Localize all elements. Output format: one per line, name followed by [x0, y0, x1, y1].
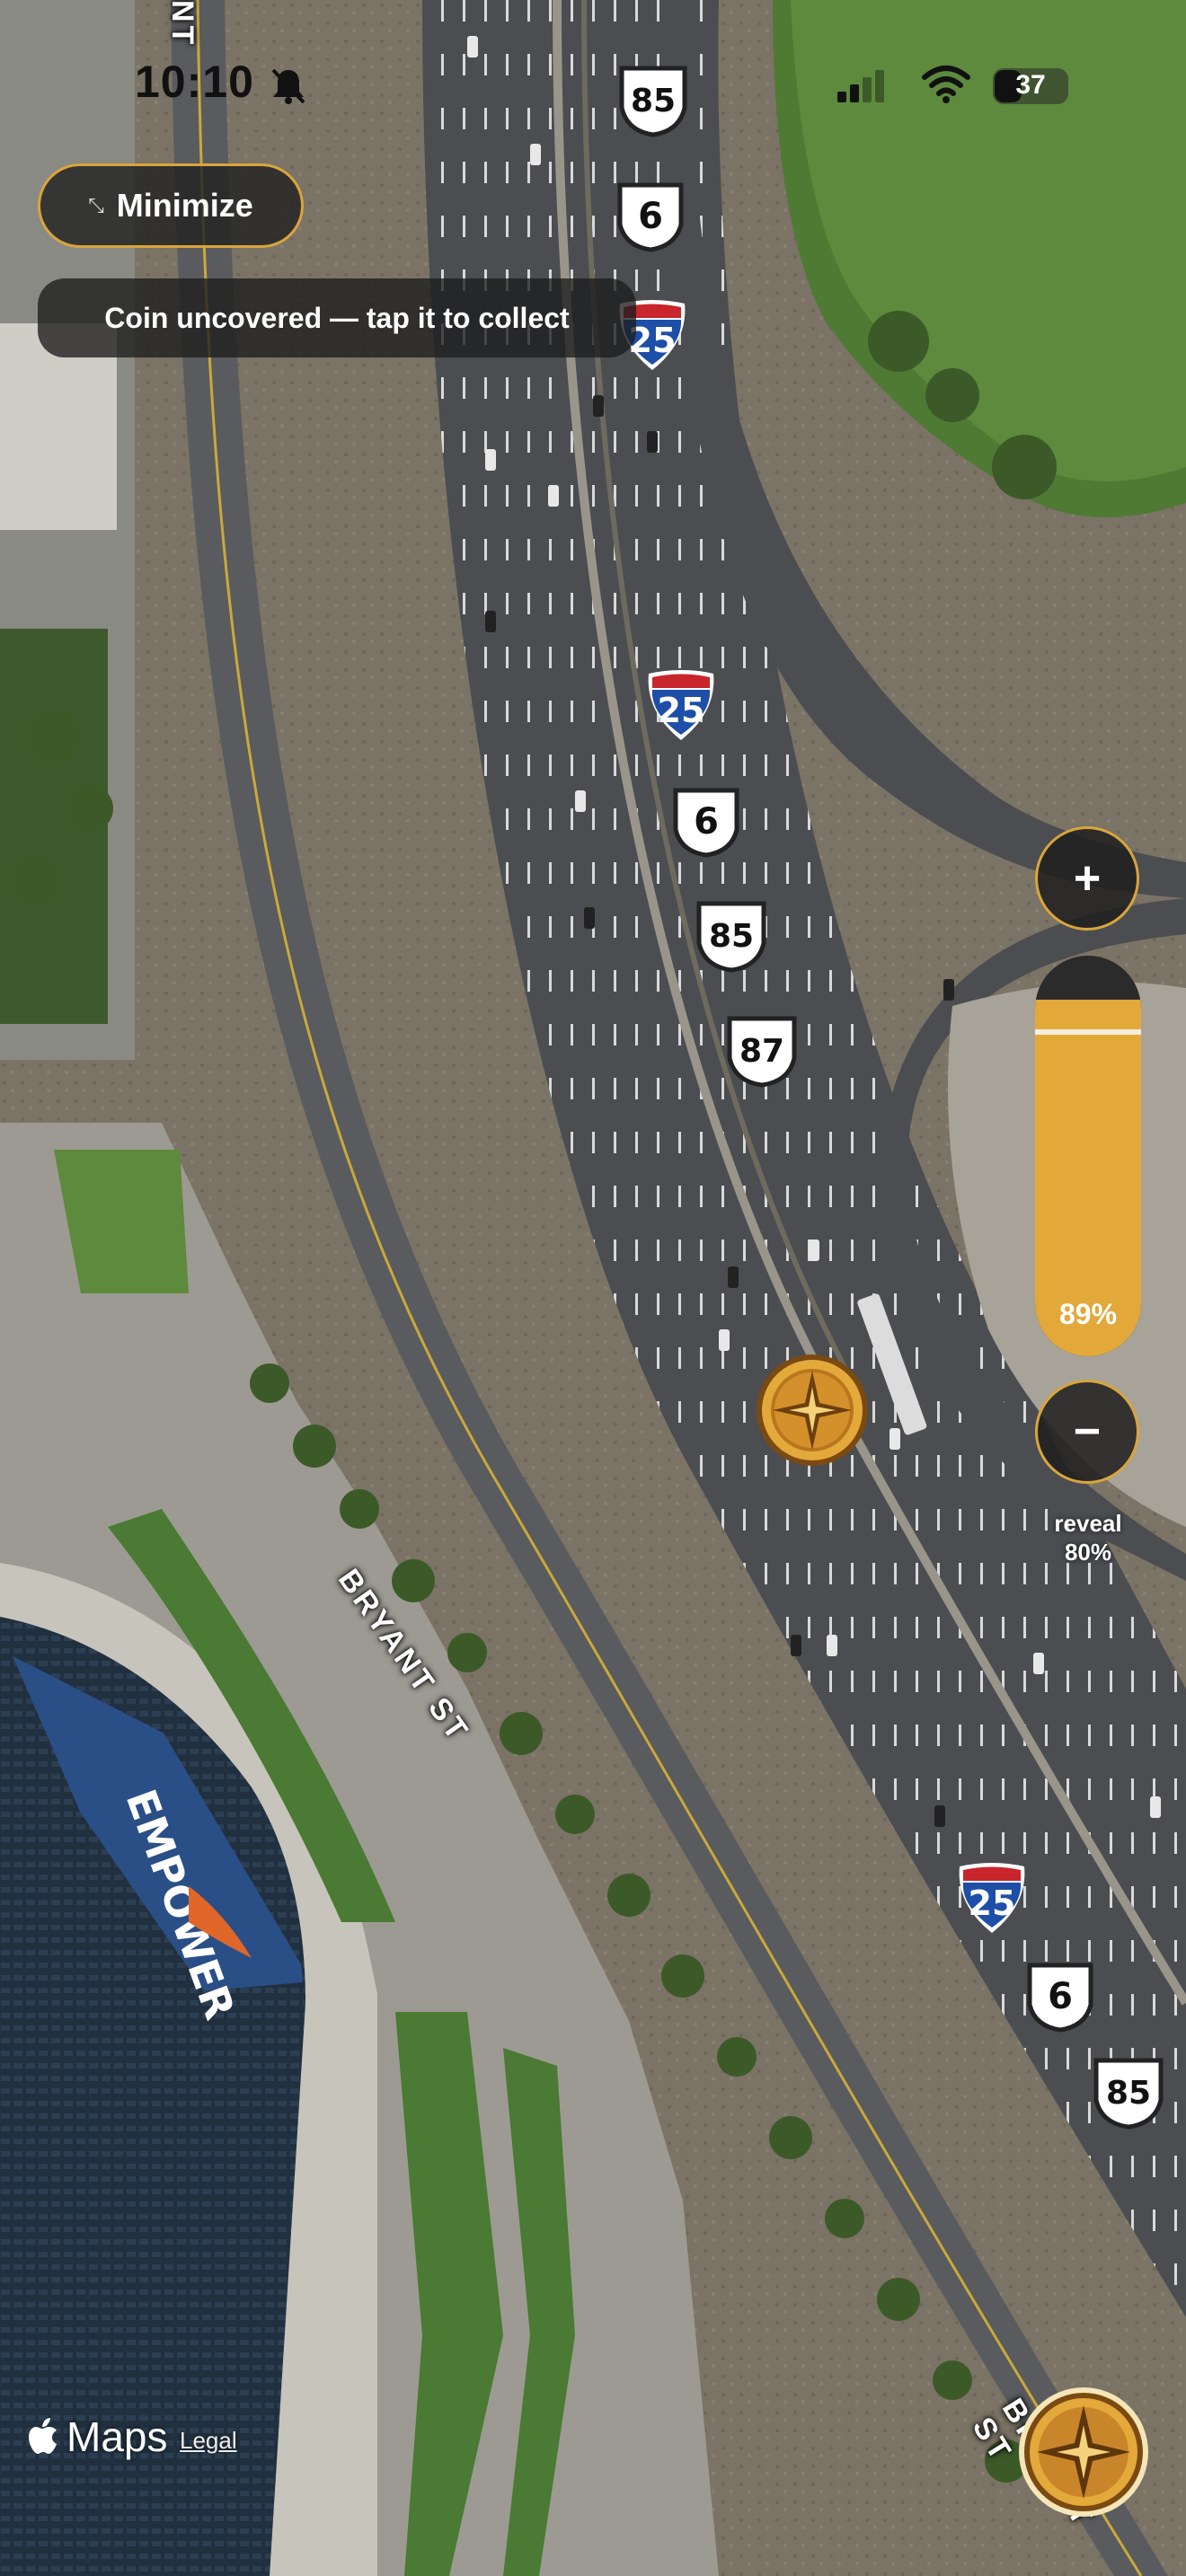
status-time: 10:10 [135, 57, 254, 107]
minimize-label: Minimize [116, 187, 253, 224]
reveal-slider-handle[interactable] [1035, 1029, 1141, 1035]
plus-icon: + [1073, 852, 1102, 904]
svg-text:85: 85 [709, 918, 754, 955]
coin-wallet-button[interactable] [1017, 2386, 1150, 2519]
interstate-25-shield: 25 [645, 666, 717, 742]
street-label-partial: NT [165, 0, 199, 49]
svg-text:25: 25 [969, 1883, 1016, 1923]
svg-text:85: 85 [1106, 2075, 1151, 2112]
us-route-87-shield: 87 [724, 1013, 800, 1089]
zoom-in-button[interactable]: + [1035, 826, 1139, 931]
reveal-caption: reveal 80% [1024, 1509, 1152, 1566]
collectible-coin[interactable] [755, 1353, 870, 1468]
apple-maps-logo: Maps [29, 2413, 167, 2461]
bell-muted-icon [271, 68, 305, 104]
zoom-out-button[interactable]: − [1035, 1380, 1139, 1484]
us-route-6-shield: 6 [615, 180, 686, 253]
arrows-inward-icon: ⤡ [88, 194, 104, 216]
reveal-caption-label: reveal [1054, 1510, 1122, 1537]
us-route-85-shield: 85 [694, 898, 769, 974]
minimize-button[interactable]: ⤡ Minimize [38, 163, 304, 248]
battery-indicator: 37 [993, 68, 1068, 104]
us-route-85-shield: 85 [616, 63, 690, 138]
reveal-caption-value: 80% [1064, 1539, 1112, 1566]
toast-message: Coin uncovered — tap it to collect [104, 301, 570, 334]
battery-percent: 37 [1015, 70, 1046, 100]
reveal-slider[interactable]: 89% [1035, 956, 1141, 1356]
wifi-icon [922, 66, 970, 103]
legal-link[interactable]: Legal [180, 2427, 237, 2455]
reveal-slider-percent: 89% [1058, 1298, 1118, 1330]
svg-text:85: 85 [631, 83, 676, 119]
svg-text:6: 6 [694, 801, 719, 842]
coin-toast: Coin uncovered — tap it to collect [38, 278, 636, 357]
satellite-map[interactable]: EMPOWER [0, 0, 1186, 2576]
minus-icon: − [1073, 1406, 1102, 1458]
svg-text:6: 6 [1048, 1976, 1073, 2017]
cellular-signal-icon [837, 70, 884, 102]
maps-wordmark: Maps [66, 2413, 168, 2460]
us-route-6-shield: 6 [1024, 1960, 1096, 2033]
interstate-25-shield: 25 [956, 1859, 1028, 1935]
svg-text:25: 25 [658, 691, 705, 730]
svg-text:6: 6 [638, 196, 663, 237]
us-route-85-shield: 85 [1091, 2055, 1166, 2130]
us-route-6-shield: 6 [670, 785, 742, 859]
svg-text:87: 87 [739, 1033, 784, 1070]
apple-logo-icon [29, 2418, 57, 2454]
